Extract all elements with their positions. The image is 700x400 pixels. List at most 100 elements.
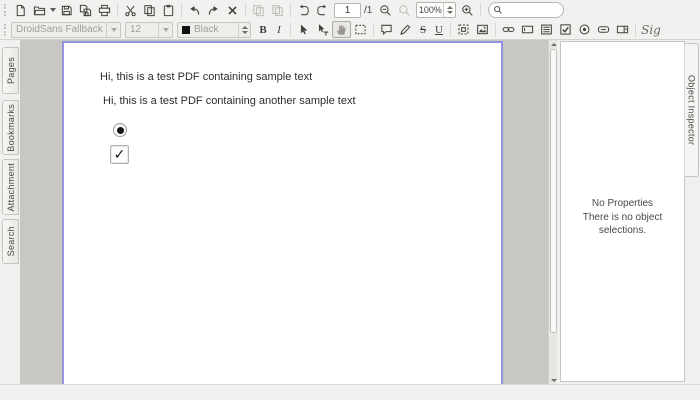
paste-button[interactable] [159,2,178,19]
image-icon [476,23,489,36]
link-button[interactable] [499,21,518,38]
arrow-up-icon [550,42,557,46]
select-tool-button[interactable] [294,21,313,38]
hand-tool-button[interactable] [332,21,351,38]
search-box[interactable] [488,2,565,18]
italic-button[interactable]: I [271,21,287,38]
undo-icon [188,4,201,17]
main-toolbar: /1 100% [0,0,700,20]
bold-button[interactable]: B [255,21,271,38]
spin-arrows[interactable] [238,22,250,37]
combo-box-field-button[interactable] [613,21,632,38]
font-color-combo[interactable]: Black [177,21,251,38]
separator [181,3,182,17]
open-dropdown-button[interactable] [49,2,57,19]
toolbar-handle[interactable] [4,23,7,36]
sidebar-tab-search[interactable]: Search [2,219,19,264]
radio-field-button[interactable] [575,21,594,38]
object-inspector-panel: No Properties There is no object selecti… [557,40,700,384]
marquee-icon [354,23,367,36]
save-all-button[interactable] [76,2,95,19]
save-button[interactable] [57,2,76,19]
zoom-level-spinbox[interactable]: 100% [416,2,457,18]
print-button[interactable] [95,2,114,19]
rotate-right-icon [316,4,329,17]
insert-image-button[interactable] [473,21,492,38]
zoom-original-icon [398,4,411,17]
close-x-icon [226,4,239,17]
push-button-field-button[interactable] [594,21,613,38]
zoom-original-button[interactable] [395,2,414,19]
list-box-button[interactable] [537,21,556,38]
open-button[interactable] [30,2,49,19]
text-select-tool-button[interactable] [313,21,332,38]
pdf-text-object[interactable]: Hi, this is a test PDF containing sample… [100,71,312,83]
page-number-input[interactable] [334,2,361,18]
separator [117,3,118,17]
chevron-down-icon [162,27,169,32]
scroll-down-button[interactable] [550,376,557,384]
sidebar-tab-strip: Pages Bookmarks Attachment Search [0,40,20,384]
vertical-scrollbar[interactable] [548,40,557,384]
comment-button[interactable] [377,21,396,38]
pdf-page: Hi, this is a test PDF containing sample… [62,41,503,384]
color-swatch [182,25,190,34]
copy-button[interactable] [140,2,159,19]
rotate-right-button[interactable] [313,2,332,19]
delete-button[interactable] [223,2,242,19]
zoom-in-button[interactable] [458,2,477,19]
spin-down-icon [446,11,453,14]
spin-down-icon [241,30,248,34]
spin-up-icon [446,6,453,9]
signature-button[interactable]: Sig [639,21,663,38]
font-family-combo[interactable]: DroidSans Fallback [11,21,121,38]
radio-dot [116,126,124,134]
sidebar-tab-pages[interactable]: Pages [2,47,19,94]
combo-dropdown-button[interactable] [106,22,120,37]
spin-arrows[interactable] [443,3,455,17]
highlight-button[interactable] [396,21,415,38]
sidebar-tab-bookmarks[interactable]: Bookmarks [2,100,19,155]
new-document-button[interactable] [11,2,30,19]
document-viewport[interactable]: Hi, this is a test PDF containing sample… [20,40,548,384]
pdf-text-object[interactable]: Hi, this is a test PDF containing anothe… [103,95,356,107]
pdf-checkbox[interactable]: ✓ [110,145,129,164]
strikethrough-button[interactable]: S [415,21,431,38]
underline-button[interactable]: U [431,21,447,38]
sidebar-tab-attachment[interactable]: Attachment [2,159,19,215]
paste-page-button[interactable] [268,2,287,19]
marquee-zoom-button[interactable] [351,21,370,38]
inspector-empty-message: No Properties There is no object selecti… [561,197,684,238]
save-icon [60,4,73,17]
combo-dropdown-button[interactable] [158,22,172,37]
chevron-down-icon [50,8,56,12]
cut-button[interactable] [121,2,140,19]
search-input[interactable] [503,4,560,16]
separator [495,22,496,37]
separator [635,22,636,37]
zoom-out-icon [379,4,392,17]
redo-button[interactable] [204,2,223,19]
scrollbar-thumb[interactable] [550,49,557,333]
font-size-combo[interactable]: 12 [125,21,173,38]
zoom-out-button[interactable] [376,2,395,19]
status-bar [0,384,700,400]
checkbox-field-button[interactable] [556,21,575,38]
snapshot-button[interactable] [454,21,473,38]
text-field-button[interactable] [518,21,537,38]
object-inspector-tab[interactable]: Object Inspector [684,43,699,177]
rotate-left-button[interactable] [294,2,313,19]
paste-page-icon [271,4,284,17]
tab-label: Pages [5,56,16,85]
scroll-up-button[interactable] [550,40,557,48]
toolbar-handle[interactable] [4,4,7,16]
open-folder-icon [33,4,46,17]
link-chain-icon [502,23,515,36]
undo-button[interactable] [185,2,204,19]
check-mark-icon: ✓ [113,146,126,162]
pdf-radio-button[interactable] [113,123,127,137]
copy-page-button[interactable] [249,2,268,19]
arrow-down-icon [550,378,557,382]
tab-label: Object Inspector [686,74,697,146]
checkbox-icon [559,23,572,36]
